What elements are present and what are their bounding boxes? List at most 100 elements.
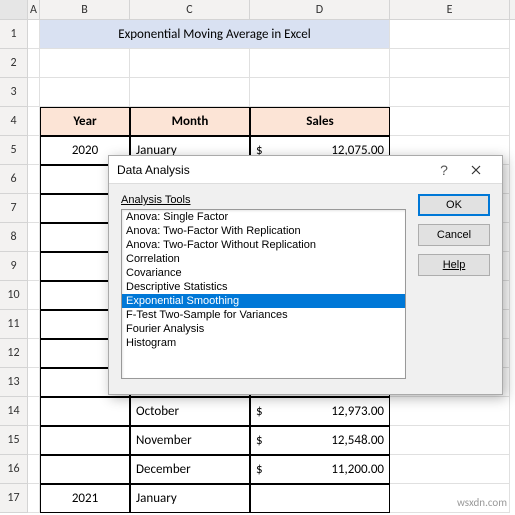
- currency-symbol: $: [256, 404, 263, 419]
- cell-sales[interactable]: $12,973.00: [250, 397, 390, 426]
- cell-A8[interactable]: [28, 223, 40, 252]
- cell-A12[interactable]: [28, 339, 40, 368]
- list-item[interactable]: Histogram: [122, 336, 405, 350]
- table-row: November$12,548.00: [28, 426, 515, 455]
- sales-value: 12,973.00: [331, 404, 384, 419]
- cell-year[interactable]: [40, 426, 130, 455]
- analysis-tools-label: Analysis Tools: [121, 194, 406, 206]
- row-header-2[interactable]: 2: [0, 49, 27, 78]
- cell-sales[interactable]: [250, 484, 390, 513]
- cell-A9[interactable]: [28, 252, 40, 281]
- cell-A2[interactable]: [28, 49, 40, 78]
- cell-B2[interactable]: [40, 49, 130, 78]
- cell-A14[interactable]: [28, 397, 40, 426]
- dialog-titlebar[interactable]: Data Analysis ?: [109, 156, 502, 184]
- col-header-A[interactable]: A: [28, 0, 40, 19]
- cell-A10[interactable]: [28, 281, 40, 310]
- table-row: December$11,200.00: [28, 455, 515, 484]
- row-header-10[interactable]: 10: [0, 281, 27, 310]
- list-item[interactable]: F-Test Two-Sample for Variances: [122, 308, 405, 322]
- cell-E15[interactable]: [390, 426, 510, 455]
- cell-E4[interactable]: [390, 107, 510, 136]
- list-item[interactable]: Anova: Single Factor: [122, 210, 405, 224]
- cell-sales[interactable]: $12,548.00: [250, 426, 390, 455]
- table-row: October$12,973.00: [28, 397, 515, 426]
- cell-A3[interactable]: [28, 78, 40, 107]
- row-header-4[interactable]: 4: [0, 107, 27, 136]
- cell-A5[interactable]: [28, 136, 40, 165]
- header-sales[interactable]: Sales: [250, 107, 390, 136]
- dialog-help-icon[interactable]: ?: [430, 162, 458, 178]
- cell-E16[interactable]: [390, 455, 510, 484]
- cell-C2[interactable]: [130, 49, 250, 78]
- col-header-E[interactable]: E: [390, 0, 510, 19]
- row-header-8[interactable]: 8: [0, 223, 27, 252]
- currency-symbol: $: [256, 462, 263, 477]
- row-header-7[interactable]: 7: [0, 194, 27, 223]
- col-header-C[interactable]: C: [130, 0, 250, 19]
- cell-E1[interactable]: [390, 20, 510, 49]
- select-all-corner[interactable]: [0, 0, 28, 19]
- col-header-B[interactable]: B: [40, 0, 130, 19]
- cell-A13[interactable]: [28, 368, 40, 397]
- cell-E3[interactable]: [390, 78, 510, 107]
- dialog-title: Data Analysis: [117, 163, 430, 177]
- row-header-1[interactable]: 1: [0, 20, 27, 49]
- cell-A11[interactable]: [28, 310, 40, 339]
- cell-year[interactable]: [40, 455, 130, 484]
- sales-value: 12,548.00: [331, 433, 384, 448]
- list-item[interactable]: Anova: Two-Factor Without Replication: [122, 238, 405, 252]
- list-item[interactable]: Exponential Smoothing: [122, 294, 405, 308]
- row-header-14[interactable]: 14: [0, 397, 27, 426]
- cell-month[interactable]: October: [130, 397, 250, 426]
- cell-year[interactable]: [40, 397, 130, 426]
- col-header-D[interactable]: D: [250, 0, 390, 19]
- list-item[interactable]: Covariance: [122, 266, 405, 280]
- close-icon[interactable]: [458, 162, 494, 178]
- row-header-9[interactable]: 9: [0, 252, 27, 281]
- table-row: 2021January: [28, 484, 515, 513]
- sales-value: 11,200.00: [331, 462, 384, 477]
- cell-A15[interactable]: [28, 426, 40, 455]
- cell-D3[interactable]: [250, 78, 390, 107]
- page-title[interactable]: Exponential Moving Average in Excel: [40, 20, 390, 49]
- ok-button[interactable]: OK: [418, 194, 490, 216]
- cancel-button[interactable]: Cancel: [418, 224, 490, 246]
- help-button[interactable]: Help: [418, 254, 490, 276]
- cell-E14[interactable]: [390, 397, 510, 426]
- list-item[interactable]: Fourier Analysis: [122, 322, 405, 336]
- column-headers: A B C D E: [0, 0, 515, 20]
- row-header-12[interactable]: 12: [0, 339, 27, 368]
- cell-sales[interactable]: $11,200.00: [250, 455, 390, 484]
- cell-C3[interactable]: [130, 78, 250, 107]
- cell-month[interactable]: November: [130, 426, 250, 455]
- cell-year[interactable]: 2021: [40, 484, 130, 513]
- cell-D2[interactable]: [250, 49, 390, 78]
- row-header-15[interactable]: 15: [0, 426, 27, 455]
- cell-A6[interactable]: [28, 165, 40, 194]
- cell-A1[interactable]: [28, 20, 40, 49]
- header-year[interactable]: Year: [40, 107, 130, 136]
- row-header-16[interactable]: 16: [0, 455, 27, 484]
- row-header-5[interactable]: 5: [0, 136, 27, 165]
- cell-A4[interactable]: [28, 107, 40, 136]
- header-month[interactable]: Month: [130, 107, 250, 136]
- list-item[interactable]: Descriptive Statistics: [122, 280, 405, 294]
- list-item[interactable]: Correlation: [122, 252, 405, 266]
- analysis-tools-list[interactable]: Anova: Single FactorAnova: Two-Factor Wi…: [121, 209, 406, 379]
- watermark: wsxdn.com: [457, 496, 507, 509]
- cell-month[interactable]: December: [130, 455, 250, 484]
- row-header-6[interactable]: 6: [0, 165, 27, 194]
- cell-B3[interactable]: [40, 78, 130, 107]
- cell-A16[interactable]: [28, 455, 40, 484]
- currency-symbol: $: [256, 433, 263, 448]
- cell-A7[interactable]: [28, 194, 40, 223]
- row-header-11[interactable]: 11: [0, 310, 27, 339]
- row-header-17[interactable]: 17: [0, 484, 27, 513]
- cell-month[interactable]: January: [130, 484, 250, 513]
- list-item[interactable]: Anova: Two-Factor With Replication: [122, 224, 405, 238]
- row-header-3[interactable]: 3: [0, 78, 27, 107]
- row-header-13[interactable]: 13: [0, 368, 27, 397]
- cell-A17[interactable]: [28, 484, 40, 513]
- cell-E2[interactable]: [390, 49, 510, 78]
